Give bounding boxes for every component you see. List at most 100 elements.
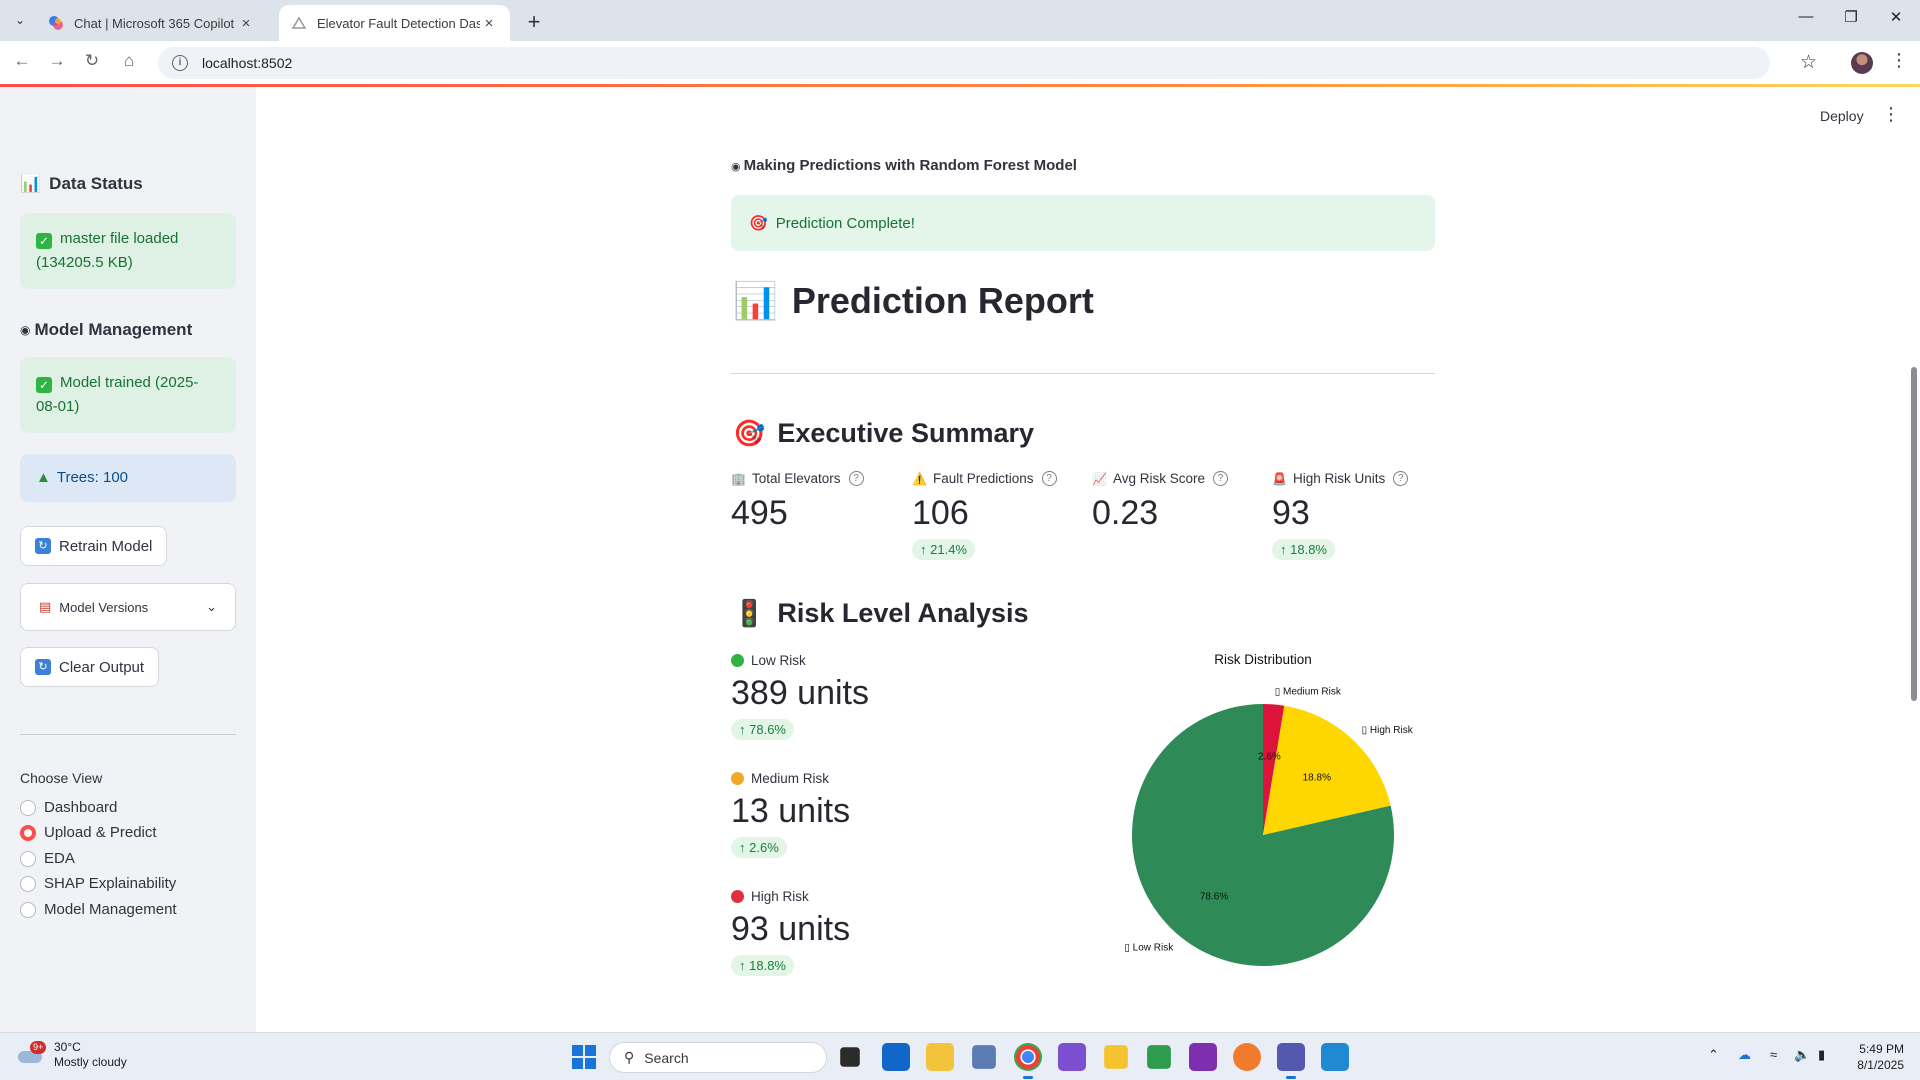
battery-icon[interactable]: ▮ [1818,1047,1825,1063]
teams-icon[interactable] [1277,1043,1305,1079]
vscode-icon[interactable] [1321,1043,1349,1071]
radio-button[interactable] [20,875,36,892]
metric-delta: ↑ 18.8% [1272,539,1335,560]
tab-copilot[interactable]: Chat | Microsoft 365 Copilot × [36,5,267,41]
wifi-icon[interactable]: ≈ [1770,1047,1777,1062]
tree-icon: ▲ [36,469,51,486]
metric-value: 106 [912,494,969,532]
metric-total-elevators: 🏢 Total Elevators? 495 [731,471,901,533]
copilot-icon [49,16,63,30]
postman-icon[interactable] [1233,1043,1261,1071]
task-view-icon[interactable] [840,1047,860,1067]
data-status-heading: 📊 Data Status [20,174,143,193]
risk-value: 389 units [731,674,869,712]
browser-menu-icon[interactable]: ⋮ [1890,50,1908,71]
close-tab-icon[interactable]: × [237,15,255,32]
weather-widget[interactable]: 9+ 30°C Mostly cloudy [18,1040,127,1070]
taskbar-search-input[interactable]: ⚲ Search [609,1042,827,1073]
visual-studio-icon[interactable] [1058,1043,1086,1071]
success-banner: 🎯 Prediction Complete! [731,195,1435,251]
page-title: 📊 Prediction Report [733,280,1094,321]
view-option-upload-predict[interactable]: Upload & Predict [20,824,157,841]
volume-icon[interactable]: 🔈 [1794,1047,1810,1063]
view-option-eda[interactable]: EDA [20,850,75,867]
metric-value: 0.23 [1092,494,1159,532]
taskbar: 9+ 30°C Mostly cloudy ⚲ Search ⌃ ☁ ≈ 🔈 ▮… [0,1032,1920,1080]
brain-icon: ◉ [20,323,31,337]
metric-avg-risk-score: 📈 Avg Risk Score? 0.23 [1092,471,1262,533]
green-circle-icon [731,654,744,667]
help-icon[interactable]: ? [1393,471,1409,486]
siren-icon: 🚨 [1272,471,1287,486]
refresh-icon: ↻ [35,659,51,675]
tab-strip: ⌄ Chat | Microsoft 365 Copilot × Elevato… [0,0,1920,41]
help-icon[interactable]: ? [1213,471,1228,486]
close-tab-icon[interactable]: × [480,15,498,32]
site-info-icon[interactable]: i [172,55,188,71]
deploy-button[interactable]: Deploy [1820,108,1864,124]
bookmark-star-icon[interactable]: ☆ [1800,51,1817,74]
notification-badge: 9+ [30,1041,47,1054]
radio-button[interactable] [20,850,36,867]
building-icon: 🏢 [731,471,746,486]
view-option-dashboard[interactable]: Dashboard [20,799,117,816]
url-input[interactable]: i localhost:8502 [158,47,1770,79]
system-clock[interactable]: 5:49 PM 8/1/2025 [1854,1041,1904,1073]
windows-start-icon[interactable] [572,1045,596,1069]
tab-search-chevron-icon[interactable]: ⌄ [8,8,32,32]
risk-value: 93 units [731,910,851,948]
reload-icon[interactable]: ↻ [79,51,105,75]
risk-delta: ↑ 2.6% [731,837,787,858]
trend-chart-icon: 📈 [1092,471,1107,486]
prediction-caption: ◉ Making Predictions with Random Forest M… [731,157,1077,174]
page-scrollbar[interactable] [1911,367,1917,701]
risk-medium: Medium Risk 13 units ↑ 2.6% [731,771,1031,858]
chrome-icon[interactable] [1014,1043,1042,1079]
outlook-icon[interactable] [882,1043,910,1071]
risk-delta: ↑ 18.8% [731,955,794,976]
onenote-icon[interactable] [1189,1043,1217,1071]
radio-button-selected[interactable] [20,824,36,841]
new-tab-icon[interactable]: + [522,9,546,35]
refresh-icon: ↻ [35,538,51,554]
avatar[interactable] [1851,52,1873,74]
view-option-model-management[interactable]: Model Management [20,901,177,918]
model-versions-expander[interactable]: ▤ Model Versions ⌄ [20,583,236,631]
radio-button[interactable] [20,901,36,918]
snipping-tool-icon[interactable] [1104,1045,1128,1069]
streamlit-top-decoration [0,84,1920,87]
target-icon: 🎯 [749,215,768,232]
chevron-down-icon: ⌄ [206,599,217,614]
traffic-light-icon: 🚦 [733,598,766,628]
tab-elevator-dashboard[interactable]: Elevator Fault Detection Dashb × [279,5,510,41]
help-icon[interactable]: ? [848,471,864,486]
pie-percent-label: 2.6% [1258,752,1281,763]
retrain-model-button[interactable]: ↻ Retrain Model [20,526,168,566]
forward-icon[interactable]: → [44,51,70,75]
window-close-icon[interactable]: ✕ [1881,8,1911,26]
risk-value: 13 units [731,792,851,830]
back-icon[interactable]: ← [9,51,35,75]
spreadsheet-icon[interactable] [1147,1045,1171,1069]
bar-chart-icon: 📊 [20,174,42,193]
view-option-shap[interactable]: SHAP Explainability [20,875,176,892]
clear-output-button[interactable]: ↻ Clear Output [20,647,160,687]
risk-delta: ↑ 78.6% [731,719,794,740]
restore-icon[interactable]: ❐ [1836,8,1866,26]
radio-button[interactable] [20,799,36,816]
onedrive-icon[interactable]: ☁ [1738,1047,1751,1063]
pie-category-label: ▯ High Risk [1362,725,1414,736]
help-icon[interactable]: ? [1041,471,1057,486]
streamlit-icon [291,16,307,29]
show-hidden-icons[interactable]: ⌃ [1708,1047,1719,1063]
risk-level-analysis-heading: 🚦 Risk Level Analysis [733,598,1029,628]
metric-fault-predictions: ⚠️ Fault Predictions? 106 ↑ 21.4% [912,471,1082,560]
home-icon[interactable]: ⌂ [116,51,142,75]
minimize-icon[interactable]: — [1791,8,1821,25]
app-menu-icon[interactable]: ⋮ [1882,104,1900,125]
network-app-icon[interactable] [972,1045,996,1069]
pie-category-label: ▯ Low Risk [1124,943,1174,954]
sidebar: 📊 Data Status ✓ master file loaded (13420… [0,87,256,1032]
risk-high: High Risk 93 units ↑ 18.8% [731,889,1031,976]
file-explorer-icon[interactable] [926,1043,954,1071]
